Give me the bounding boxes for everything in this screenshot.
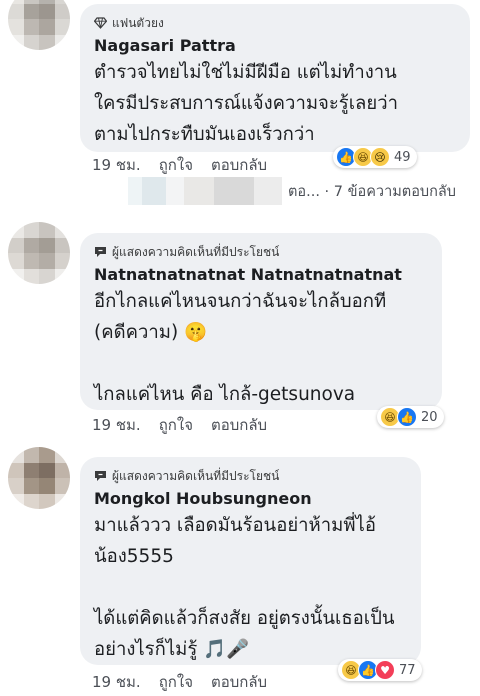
helpful-commenter-badge: ผู้แสดงความคิดเห็นที่มีประโยชน์: [94, 243, 428, 261]
avatar[interactable]: [8, 447, 70, 509]
comment-badge-icon: [95, 471, 106, 481]
like-link[interactable]: ถูกใจ: [159, 153, 193, 177]
badge-label: ผู้แสดงความคิดเห็นที่มีประโยชน์: [112, 468, 280, 483]
replies-summary[interactable]: ตอ... · 7 ข้อความตอบกลับ: [288, 180, 456, 203]
diamond-icon: [94, 17, 107, 29]
comment-timestamp[interactable]: 19 ชม.: [92, 153, 141, 177]
reaction-count: 77: [399, 662, 416, 678]
comment-author[interactable]: Mongkol Houbsungneon: [94, 489, 407, 508]
reaction-summary[interactable]: 👍 😆 😢 49: [333, 146, 417, 168]
like-link[interactable]: ถูกใจ: [159, 670, 193, 694]
comment-author[interactable]: Nagasari Pattra: [94, 36, 456, 55]
avatar[interactable]: [8, 222, 70, 284]
badge-label: ผู้แสดงความคิดเห็นที่มีประโยชน์: [112, 244, 280, 259]
view-replies-link[interactable]: ตอ... · 7 ข้อความตอบกลับ: [128, 176, 480, 206]
reaction-summary[interactable]: 😆 👍 ♥ 77: [338, 659, 422, 681]
avatar[interactable]: [8, 0, 70, 50]
comment-timestamp[interactable]: 19 ชม.: [92, 413, 141, 437]
like-link[interactable]: ถูกใจ: [159, 413, 193, 437]
reply-avatars-preview: [128, 177, 282, 205]
comment-text: อีกไกลแค่ไหนจนกว่าฉันจะไกล้บอกที (คดีควา…: [94, 291, 387, 405]
comment-bubble: ผู้แสดงความคิดเห็นที่มีประโยชน์ Mongkol …: [80, 457, 421, 665]
reply-link[interactable]: ตอบกลับ: [211, 413, 267, 437]
badge-label: แฟนตัวยง: [112, 15, 164, 30]
reaction-count: 20: [421, 409, 438, 425]
reaction-count: 49: [394, 149, 411, 165]
reply-link[interactable]: ตอบกลับ: [211, 153, 267, 177]
love-reaction-icon: ♥: [375, 660, 395, 680]
top-fan-badge: แฟนตัวยง: [94, 14, 456, 32]
comment-actions: 19 ชม. ถูกใจ ตอบกลับ: [92, 670, 267, 694]
comment-text: ตำรวจไทยไม่ใช่ไม่มีฝีมือ แต่ไม่ทำงาน ใคร…: [94, 62, 399, 145]
comment-author[interactable]: Natnatnatnatnat Natnatnatnatnat: [94, 265, 428, 284]
reaction-summary[interactable]: 😆 👍 20: [377, 406, 444, 428]
helpful-commenter-badge: ผู้แสดงความคิดเห็นที่มีประโยชน์: [94, 467, 407, 485]
comment-actions: 19 ชม. ถูกใจ ตอบกลับ: [92, 153, 267, 177]
reply-link[interactable]: ตอบกลับ: [211, 670, 267, 694]
sad-reaction-icon: 😢: [370, 147, 390, 167]
comment-bubble: ผู้แสดงความคิดเห็นที่มีประโยชน์ Natnatna…: [80, 233, 442, 410]
comment-timestamp[interactable]: 19 ชม.: [92, 670, 141, 694]
comment-bubble: แฟนตัวยง Nagasari Pattra ตำรวจไทยไม่ใช่ไ…: [80, 4, 470, 152]
comment-text: มาแล้ววว เลือดมันร้อนอย่าห้ามพี่ไอ้ น้อง…: [94, 515, 395, 660]
like-reaction-icon: 👍: [397, 407, 417, 427]
comment-actions: 19 ชม. ถูกใจ ตอบกลับ: [92, 413, 267, 437]
comment-badge-icon: [95, 247, 106, 257]
